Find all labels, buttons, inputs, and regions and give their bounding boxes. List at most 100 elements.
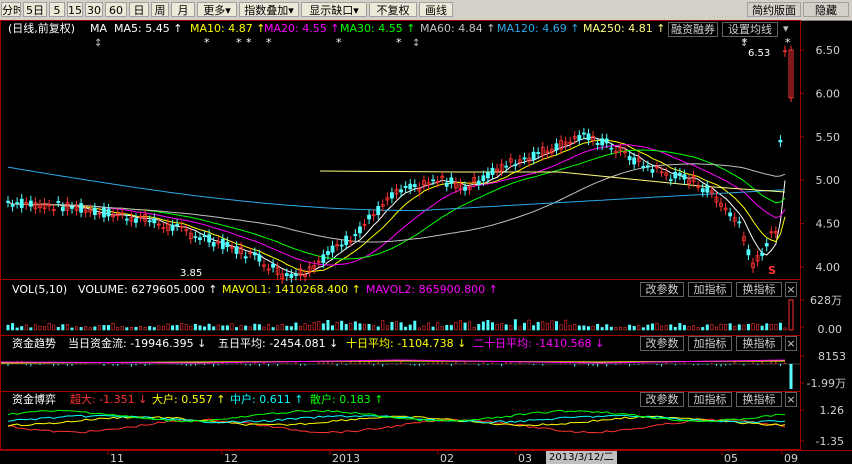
vol-bar <box>733 325 737 331</box>
vol-bar <box>756 324 760 331</box>
vol-bar <box>29 327 33 331</box>
game-switch-indicator-button[interactable]: 换指标 <box>736 392 782 407</box>
vol-bar <box>212 326 216 331</box>
vol-add-indicator-button[interactable]: 加指标 <box>688 282 732 297</box>
ma-dropdown-icon[interactable]: ▾ <box>783 22 789 36</box>
vol-bar <box>280 323 284 331</box>
candle-body <box>627 156 632 161</box>
vol-bar <box>134 326 138 331</box>
candle-body <box>554 143 559 151</box>
vol-bar <box>20 326 24 331</box>
game-small-value: 散户: 0.183 ↑ <box>310 393 384 406</box>
sell-signal-marker: S <box>768 264 776 277</box>
vol-bar <box>650 323 654 331</box>
price-tick-label: 4.00 <box>816 261 841 274</box>
candle-body <box>102 207 106 218</box>
vol-bar <box>436 322 440 331</box>
vol-bar <box>413 320 417 331</box>
game-super-line <box>7 418 786 434</box>
candle-body <box>390 192 394 199</box>
candle-body <box>257 254 262 262</box>
vol-bar <box>376 326 380 331</box>
game-add-indicator-button[interactable]: 加指标 <box>688 392 732 407</box>
vol-bar <box>207 323 211 331</box>
fund-close-button[interactable]: × <box>785 336 797 351</box>
vol-bar <box>161 326 165 331</box>
vol-bar <box>614 327 618 331</box>
vol-bar <box>65 324 69 331</box>
vol-bar <box>79 327 83 331</box>
candle-body <box>609 147 614 150</box>
vol-bar <box>33 324 37 331</box>
margin-trading-button[interactable]: 融资融券 <box>668 22 718 37</box>
candle-body <box>193 236 198 239</box>
game-super-value: 超大: -1.351 ↓ <box>70 393 148 406</box>
vol-change-param-button[interactable]: 改参数 <box>640 282 684 297</box>
candle-body <box>321 254 326 263</box>
candle-body <box>202 235 207 237</box>
candle-body <box>252 252 257 256</box>
vol-bar <box>559 324 563 331</box>
candle-body <box>399 189 403 193</box>
candle-body <box>175 224 180 227</box>
candle-body <box>79 203 84 213</box>
fund-tick-label: -1.99万 <box>807 377 846 390</box>
ma250-value: MA250: 4.81 ↑ <box>583 22 666 35</box>
vol-bar <box>326 319 330 331</box>
game-tick-label: 1.26 <box>820 404 845 417</box>
vol-bar <box>504 324 508 331</box>
candle-body <box>271 263 275 268</box>
vol-bar <box>6 324 10 331</box>
vol-bar <box>349 323 353 331</box>
star-marker: * <box>785 36 791 49</box>
vol-bar <box>778 322 782 331</box>
candle-body <box>522 157 527 160</box>
vol-bar <box>84 326 88 331</box>
vol-bar <box>56 326 60 331</box>
vol-bar <box>696 327 700 331</box>
candle-body <box>490 167 495 175</box>
star-marker: * <box>336 36 342 49</box>
candle-body <box>412 184 417 188</box>
price-low-label: 3.85 <box>180 268 203 279</box>
candle-body <box>668 179 673 181</box>
vol-bar <box>449 325 453 331</box>
candle-body <box>682 174 687 180</box>
x-axis-label: 11 <box>110 452 124 464</box>
candle-body <box>19 198 24 208</box>
vol-bar <box>687 326 691 331</box>
vol-bar <box>408 324 412 331</box>
vol-volume-value: VOLUME: 6279605.000 ↑ <box>78 283 218 296</box>
vol-bar <box>495 324 499 331</box>
vol-bar <box>472 327 476 331</box>
star-marker: * <box>204 36 210 49</box>
vol-bar <box>458 320 462 331</box>
vol-bar-last <box>788 299 794 331</box>
game-change-param-button[interactable]: 改参数 <box>640 392 684 407</box>
vol-bar <box>536 321 540 331</box>
ma20-value: MA20: 4.55 ↑ <box>264 22 340 35</box>
vol-bar <box>239 325 243 331</box>
fund-20d-value: 二十日平均: -1410.568 ↓ <box>473 337 605 350</box>
fund-switch-indicator-button[interactable]: 换指标 <box>736 336 782 351</box>
candle-body <box>56 201 61 203</box>
set-ma-button[interactable]: 设置均线 <box>722 22 778 37</box>
game-close-button[interactable]: × <box>785 392 797 407</box>
vol-close-button[interactable]: × <box>785 282 797 297</box>
fund-change-param-button[interactable]: 改参数 <box>640 336 684 351</box>
vol-bar <box>120 325 124 331</box>
fund-tick-label: 8153 <box>818 350 846 363</box>
vol-bar <box>486 319 490 331</box>
vol-bar <box>203 326 207 331</box>
ma-line-0 <box>7 136 786 275</box>
vol-bar <box>655 322 659 331</box>
star-marker: * <box>246 36 252 49</box>
candle-body <box>106 208 111 217</box>
fund-add-indicator-button[interactable]: 加指标 <box>688 336 732 351</box>
candle-body <box>463 186 467 191</box>
candle-body <box>531 151 536 160</box>
vol-switch-indicator-button[interactable]: 换指标 <box>736 282 782 297</box>
vol-bar <box>358 323 362 331</box>
vol-bar <box>623 327 627 331</box>
candle-body <box>673 171 678 179</box>
